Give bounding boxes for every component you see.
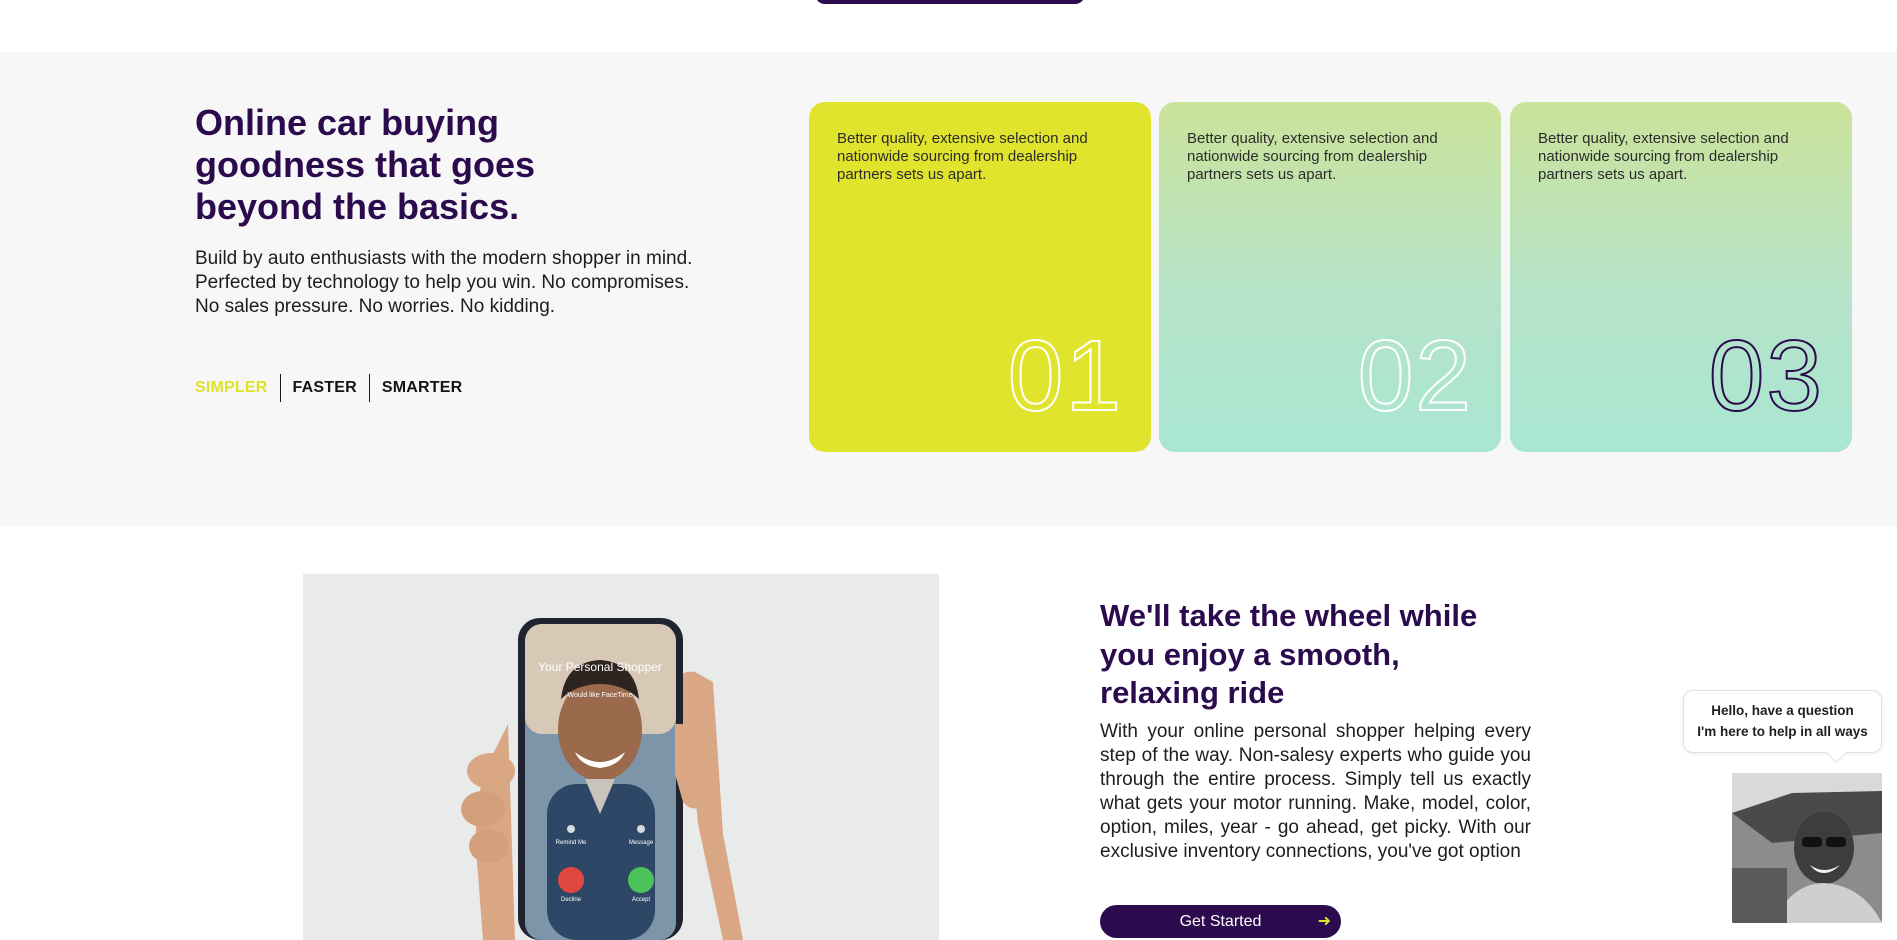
chat-greeting-line-1: Hello, have a question bbox=[1711, 703, 1854, 718]
benefit-card-1: Better quality, extensive selection and … bbox=[809, 102, 1151, 452]
caller-name: Your Personal Shopper bbox=[538, 660, 662, 674]
message-label: Message bbox=[629, 840, 654, 846]
benefit-tabs: SIMPLER FASTER SMARTER bbox=[195, 374, 474, 402]
benefit-card-number: 01 bbox=[1007, 320, 1123, 432]
remind-me-label: Remind Me bbox=[556, 840, 587, 846]
chat-greeting-bubble[interactable]: Hello, have a question I'm here to help … bbox=[1683, 690, 1882, 753]
benefit-card-2: Better quality, extensive selection and … bbox=[1159, 102, 1501, 452]
ride-title: We'll take the wheel while you enjoy a s… bbox=[1100, 598, 1478, 710]
arrow-right-icon: ➜ bbox=[1317, 913, 1331, 930]
benefit-card-text: Better quality, extensive selection and … bbox=[837, 130, 1088, 183]
top-strip bbox=[0, 0, 1897, 52]
benefit-card-3: Better quality, extensive selection and … bbox=[1510, 102, 1852, 452]
phone-illustration: Your Personal Shopper Would like FaceTim… bbox=[303, 574, 939, 940]
benefit-card-text: Better quality, extensive selection and … bbox=[1538, 130, 1789, 183]
caller-subtitle: Would like FaceTime bbox=[568, 692, 633, 699]
decline-label: Decline bbox=[561, 897, 582, 903]
chat-agent-avatar[interactable] bbox=[1732, 773, 1882, 923]
benefits-text: Build by auto enthusiasts with the moder… bbox=[195, 248, 693, 317]
ride-text: With your online personal shopper helpin… bbox=[1100, 721, 1531, 862]
previous-section-button[interactable] bbox=[815, 0, 1085, 4]
benefit-card-number: 03 bbox=[1708, 320, 1824, 432]
chat-agent-photo bbox=[1732, 773, 1882, 923]
benefits-title: Online car buying goodness that goes bey… bbox=[195, 102, 536, 227]
accept-label: Accept bbox=[632, 897, 651, 903]
chat-greeting-line-2: I'm here to help in all ways bbox=[1697, 724, 1868, 739]
tab-simpler[interactable]: SIMPLER bbox=[195, 374, 280, 402]
get-started-label: Get Started bbox=[1179, 913, 1262, 930]
get-started-button[interactable]: Get Started ➜ bbox=[1100, 905, 1341, 938]
benefit-card-text: Better quality, extensive selection and … bbox=[1187, 130, 1438, 183]
personal-shopper-phone-image: Your Personal Shopper Would like FaceTim… bbox=[303, 574, 939, 940]
tab-faster[interactable]: FASTER bbox=[281, 374, 369, 402]
tab-smarter[interactable]: SMARTER bbox=[370, 374, 475, 402]
benefit-card-number: 02 bbox=[1357, 320, 1473, 432]
